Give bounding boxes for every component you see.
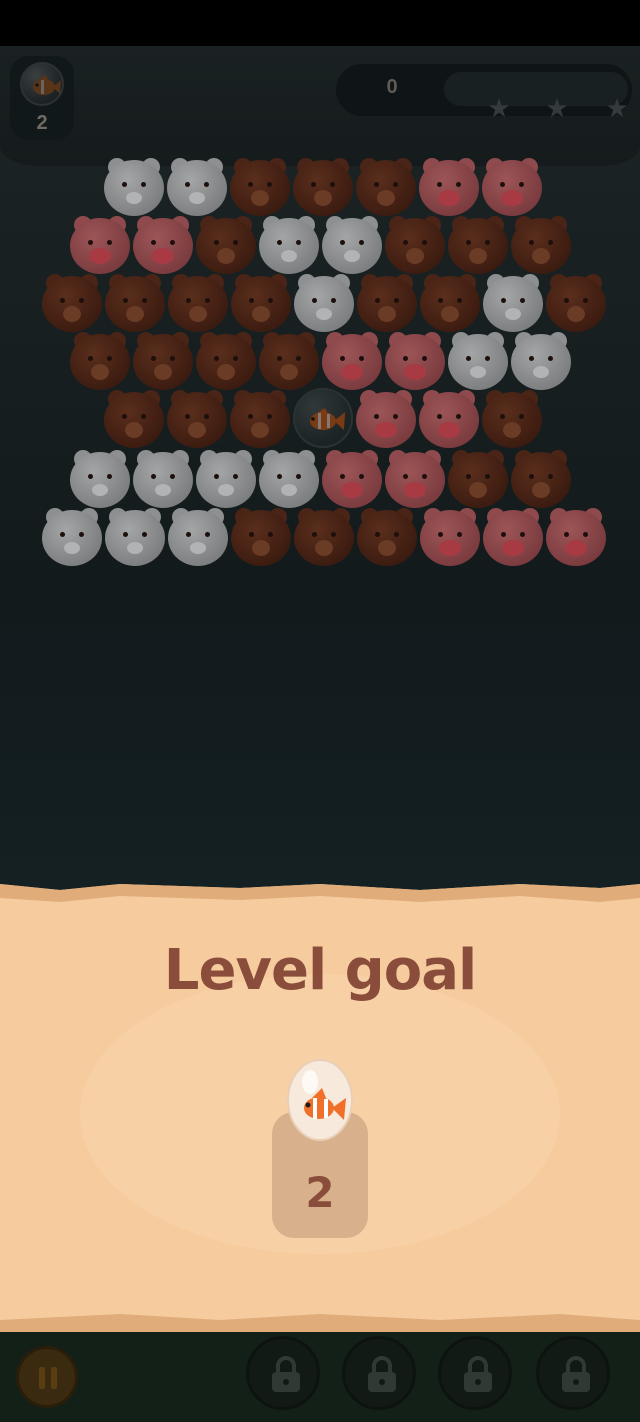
polar-bear-bubble xyxy=(259,448,319,508)
bear-bubble xyxy=(293,156,353,216)
polar-bear-bubble xyxy=(448,330,508,390)
bear-bubble xyxy=(105,272,165,332)
pig-bubble xyxy=(420,506,480,566)
polar-bear-bubble xyxy=(196,448,256,508)
pig-bubble xyxy=(322,448,382,508)
bear-bubble xyxy=(196,214,256,274)
pause-icon xyxy=(39,1367,57,1389)
lock-icon xyxy=(272,1356,300,1392)
bear-bubble xyxy=(357,272,417,332)
lock-icon xyxy=(368,1356,396,1392)
pig-bubble xyxy=(419,156,479,216)
bear-bubble xyxy=(511,448,571,508)
clownfish-icon xyxy=(20,62,64,106)
pig-bubble xyxy=(133,214,193,274)
goal-count: 2 xyxy=(305,1168,335,1217)
star-icon: ★ xyxy=(545,94,569,124)
bear-bubble xyxy=(230,156,290,216)
bear-bubble xyxy=(385,214,445,274)
bear-bubble xyxy=(133,330,193,390)
polar-bear-bubble xyxy=(294,272,354,332)
clownfish-bubble xyxy=(293,388,353,448)
bear-bubble xyxy=(42,272,102,332)
pig-bubble xyxy=(322,330,382,390)
clownfish-icon xyxy=(286,1058,354,1142)
bear-bubble xyxy=(167,388,227,448)
polar-bear-bubble xyxy=(483,272,543,332)
bear-bubble xyxy=(448,214,508,274)
bear-bubble xyxy=(294,506,354,566)
pig-bubble xyxy=(483,506,543,566)
pause-button[interactable] xyxy=(16,1346,78,1408)
bear-bubble xyxy=(420,272,480,332)
polar-bear-bubble xyxy=(168,506,228,566)
pig-bubble xyxy=(482,156,542,216)
polar-bear-bubble xyxy=(133,448,193,508)
bear-bubble xyxy=(70,330,130,390)
pig-bubble xyxy=(419,388,479,448)
modal-title: Level goal xyxy=(163,938,477,1003)
bear-bubble xyxy=(357,506,417,566)
star-icon: ★ xyxy=(487,94,511,124)
bear-bubble xyxy=(259,330,319,390)
score-value: 0 xyxy=(386,76,398,98)
pig-bubble xyxy=(385,330,445,390)
pig-bubble xyxy=(356,388,416,448)
polar-bear-bubble xyxy=(259,214,319,274)
polar-bear-bubble xyxy=(322,214,382,274)
locked-booster-slot[interactable] xyxy=(342,1336,416,1410)
polar-bear-bubble xyxy=(105,506,165,566)
bear-bubble xyxy=(230,388,290,448)
pig-bubble xyxy=(385,448,445,508)
bear-bubble xyxy=(356,156,416,216)
locked-booster-slot[interactable] xyxy=(246,1336,320,1410)
polar-bear-bubble xyxy=(167,156,227,216)
polar-bear-bubble xyxy=(42,506,102,566)
polar-bear-bubble xyxy=(70,448,130,508)
bear-bubble xyxy=(196,330,256,390)
bear-bubble xyxy=(231,506,291,566)
polar-bear-bubble xyxy=(511,330,571,390)
pig-bubble xyxy=(546,506,606,566)
score-progress-bar xyxy=(444,72,628,106)
bear-bubble xyxy=(482,388,542,448)
lock-icon xyxy=(464,1356,492,1392)
polar-bear-bubble xyxy=(104,156,164,216)
bear-bubble xyxy=(448,448,508,508)
bear-bubble xyxy=(546,272,606,332)
locked-booster-slot[interactable] xyxy=(438,1336,512,1410)
pig-bubble xyxy=(70,214,130,274)
bear-bubble xyxy=(104,388,164,448)
bear-bubble xyxy=(511,214,571,274)
star-icon: ★ xyxy=(605,94,629,124)
status-bar xyxy=(0,0,640,46)
goal-remaining-count: 2 xyxy=(36,112,48,134)
bear-bubble xyxy=(231,272,291,332)
locked-booster-slot[interactable] xyxy=(536,1336,610,1410)
clownfish-icon xyxy=(310,408,345,430)
bear-bubble xyxy=(168,272,228,332)
lock-icon xyxy=(562,1356,590,1392)
